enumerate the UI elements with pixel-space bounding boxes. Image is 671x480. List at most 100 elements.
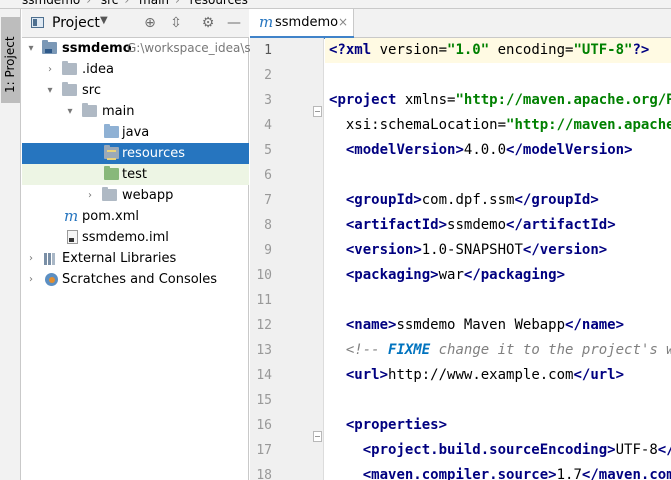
chevron-down-icon[interactable]: ▼ [100, 15, 108, 26]
code-line: <version>1.0-SNAPSHOT</version> [345, 242, 608, 258]
tree-item-resources[interactable]: resources [22, 143, 249, 164]
maven-file-icon: m [259, 13, 274, 31]
source-folder-icon [104, 124, 119, 138]
tree-item-label: ssmdemo [62, 41, 132, 56]
code-line: <artifactId>ssmdemo</artifactId> [345, 217, 616, 233]
close-icon[interactable]: × [338, 15, 348, 29]
chevron-right-icon[interactable]: › [25, 248, 37, 269]
module-folder-icon [42, 40, 57, 54]
code-line: xsi:schemaLocation="http://maven.apache.… [329, 117, 671, 133]
line-number: 6 [264, 168, 272, 183]
tree-item-external-libraries[interactable]: › External Libraries [22, 248, 249, 269]
code-line: <modelVersion>4.0.0</modelVersion> [345, 142, 633, 158]
breadcrumb-item[interactable]: main [139, 0, 169, 7]
chevron-down-icon[interactable]: ▾ [44, 80, 56, 101]
folder-icon [82, 103, 97, 117]
tree-item-label: .idea [82, 62, 114, 77]
breadcrumb-item[interactable]: ssmdemo [22, 0, 80, 7]
tree-item-label: src [82, 83, 101, 98]
tree-item-idea[interactable]: › .idea [22, 59, 249, 80]
line-number: 5 [264, 143, 272, 158]
tree-item-pom-xml[interactable]: m pom.xml [22, 206, 249, 227]
line-number: 17 [256, 443, 272, 458]
tree-item-label: Scratches and Consoles [62, 272, 218, 287]
line-number: 16 [256, 418, 272, 433]
test-folder-icon [104, 166, 119, 180]
chevron-right-icon[interactable]: › [84, 185, 96, 206]
project-tool-tab[interactable]: 1: Project [1, 17, 20, 103]
breadcrumb-item[interactable]: resources [190, 0, 248, 7]
chevron-down-icon[interactable]: ▾ [64, 101, 76, 122]
project-tool-window: Project ▼ ⊕ ⇳ ⚙ — ▾ ssmdemo G:\workspace… [22, 9, 251, 480]
tree-item-label: webapp [122, 188, 174, 203]
line-number: 8 [264, 218, 272, 233]
tree-item-src[interactable]: ▾ src [22, 80, 249, 101]
fold-marker-icon[interactable] [313, 106, 322, 117]
project-tree: ▾ ssmdemo G:\workspace_idea\s › .idea ▾ … [22, 38, 251, 290]
line-number: 10 [256, 268, 272, 283]
tree-item-label: main [102, 104, 135, 119]
folder-icon [62, 82, 77, 96]
code-line: <url>http://www.example.com</url> [345, 367, 625, 383]
editor-tab-label: ssmdemo [275, 15, 339, 30]
code-line: <packaging>war</packaging> [345, 267, 566, 283]
tree-item-ssmdemo-iml[interactable]: ssmdemo.iml [22, 227, 249, 248]
hide-panel-icon[interactable]: — [225, 14, 243, 32]
project-view-icon [31, 17, 44, 28]
line-number: 2 [264, 68, 272, 83]
tree-item-label: ssmdemo.iml [82, 230, 169, 245]
folder-icon [62, 61, 77, 75]
editor-gutter: 1 2 3 4 5 6 7 8 9 10 11 12 13 14 15 16 1… [250, 38, 324, 480]
line-number: 18 [256, 468, 272, 480]
editor-tab-ssmdemo[interactable]: m ssmdemo × [250, 9, 354, 39]
chevron-down-icon[interactable]: ▾ [25, 38, 37, 59]
code-line: <?xml version="1.0" encoding="UTF-8"?> [329, 42, 650, 58]
line-number: 11 [256, 293, 272, 308]
editor-panel: m ssmdemo × 1 2 3 4 5 6 7 8 9 10 11 12 1… [250, 9, 671, 480]
breadcrumb-item[interactable]: src [101, 0, 119, 7]
tree-item-label: pom.xml [82, 209, 139, 224]
scratches-icon [45, 273, 58, 286]
tree-item-java[interactable]: java [22, 122, 249, 143]
tree-item-label: External Libraries [62, 251, 177, 266]
fold-marker-icon[interactable] [313, 431, 322, 442]
line-number: 15 [256, 393, 272, 408]
project-view-selector[interactable]: Project [52, 15, 100, 31]
chevron-right-icon[interactable]: › [25, 269, 37, 290]
editor-tab-bar: m ssmdemo × [250, 9, 671, 39]
tree-item-scratches[interactable]: › Scratches and Consoles [22, 269, 249, 290]
line-number: 9 [264, 243, 272, 258]
chevron-right-icon[interactable]: › [44, 59, 56, 80]
line-number: 3 [264, 93, 272, 108]
gear-icon[interactable]: ⚙ [199, 14, 217, 32]
resources-folder-icon [104, 145, 119, 160]
maven-file-icon: m [64, 207, 79, 225]
collapse-all-icon[interactable]: ⇳ [167, 14, 185, 32]
iml-file-icon [67, 230, 78, 244]
line-number: 1 [264, 43, 272, 58]
code-line: <project.build.sourceEncoding>UTF-8</pr [362, 442, 671, 458]
line-number: 7 [264, 193, 272, 208]
tree-item-main[interactable]: ▾ main [22, 101, 249, 122]
code-line: <!-- FIXME change it to the project's we… [345, 342, 671, 358]
line-number: 12 [256, 318, 272, 333]
left-tool-stripe: 1: Project [0, 9, 21, 480]
tree-item-webapp[interactable]: › webapp [22, 185, 249, 206]
code-line: <project xmlns="http://maven.apache.org/… [329, 92, 671, 108]
code-line: <name>ssmdemo Maven Webapp</name> [345, 317, 625, 333]
code-line: <properties> [345, 417, 448, 433]
line-number: 4 [264, 118, 272, 133]
locate-file-icon[interactable]: ⊕ [141, 14, 159, 32]
tree-item-ssmdemo[interactable]: ▾ ssmdemo G:\workspace_idea\s [22, 38, 251, 59]
project-tool-tab-label: 1: Project [3, 36, 17, 93]
module-path: G:\workspace_idea\s [127, 41, 251, 55]
folder-icon [102, 187, 117, 201]
project-panel-header: Project ▼ ⊕ ⇳ ⚙ — [22, 9, 249, 38]
line-number: 14 [256, 368, 272, 383]
code-line: <groupId>com.dpf.ssm</groupId> [345, 192, 599, 208]
code-line: <maven.compiler.source>1.7</maven.compil [362, 467, 671, 480]
code-editor[interactable]: <?xml version="1.0" encoding="UTF-8"?> <p… [325, 38, 671, 480]
tree-item-test[interactable]: test [22, 164, 249, 185]
libraries-icon [44, 253, 58, 265]
line-number: 13 [256, 343, 272, 358]
